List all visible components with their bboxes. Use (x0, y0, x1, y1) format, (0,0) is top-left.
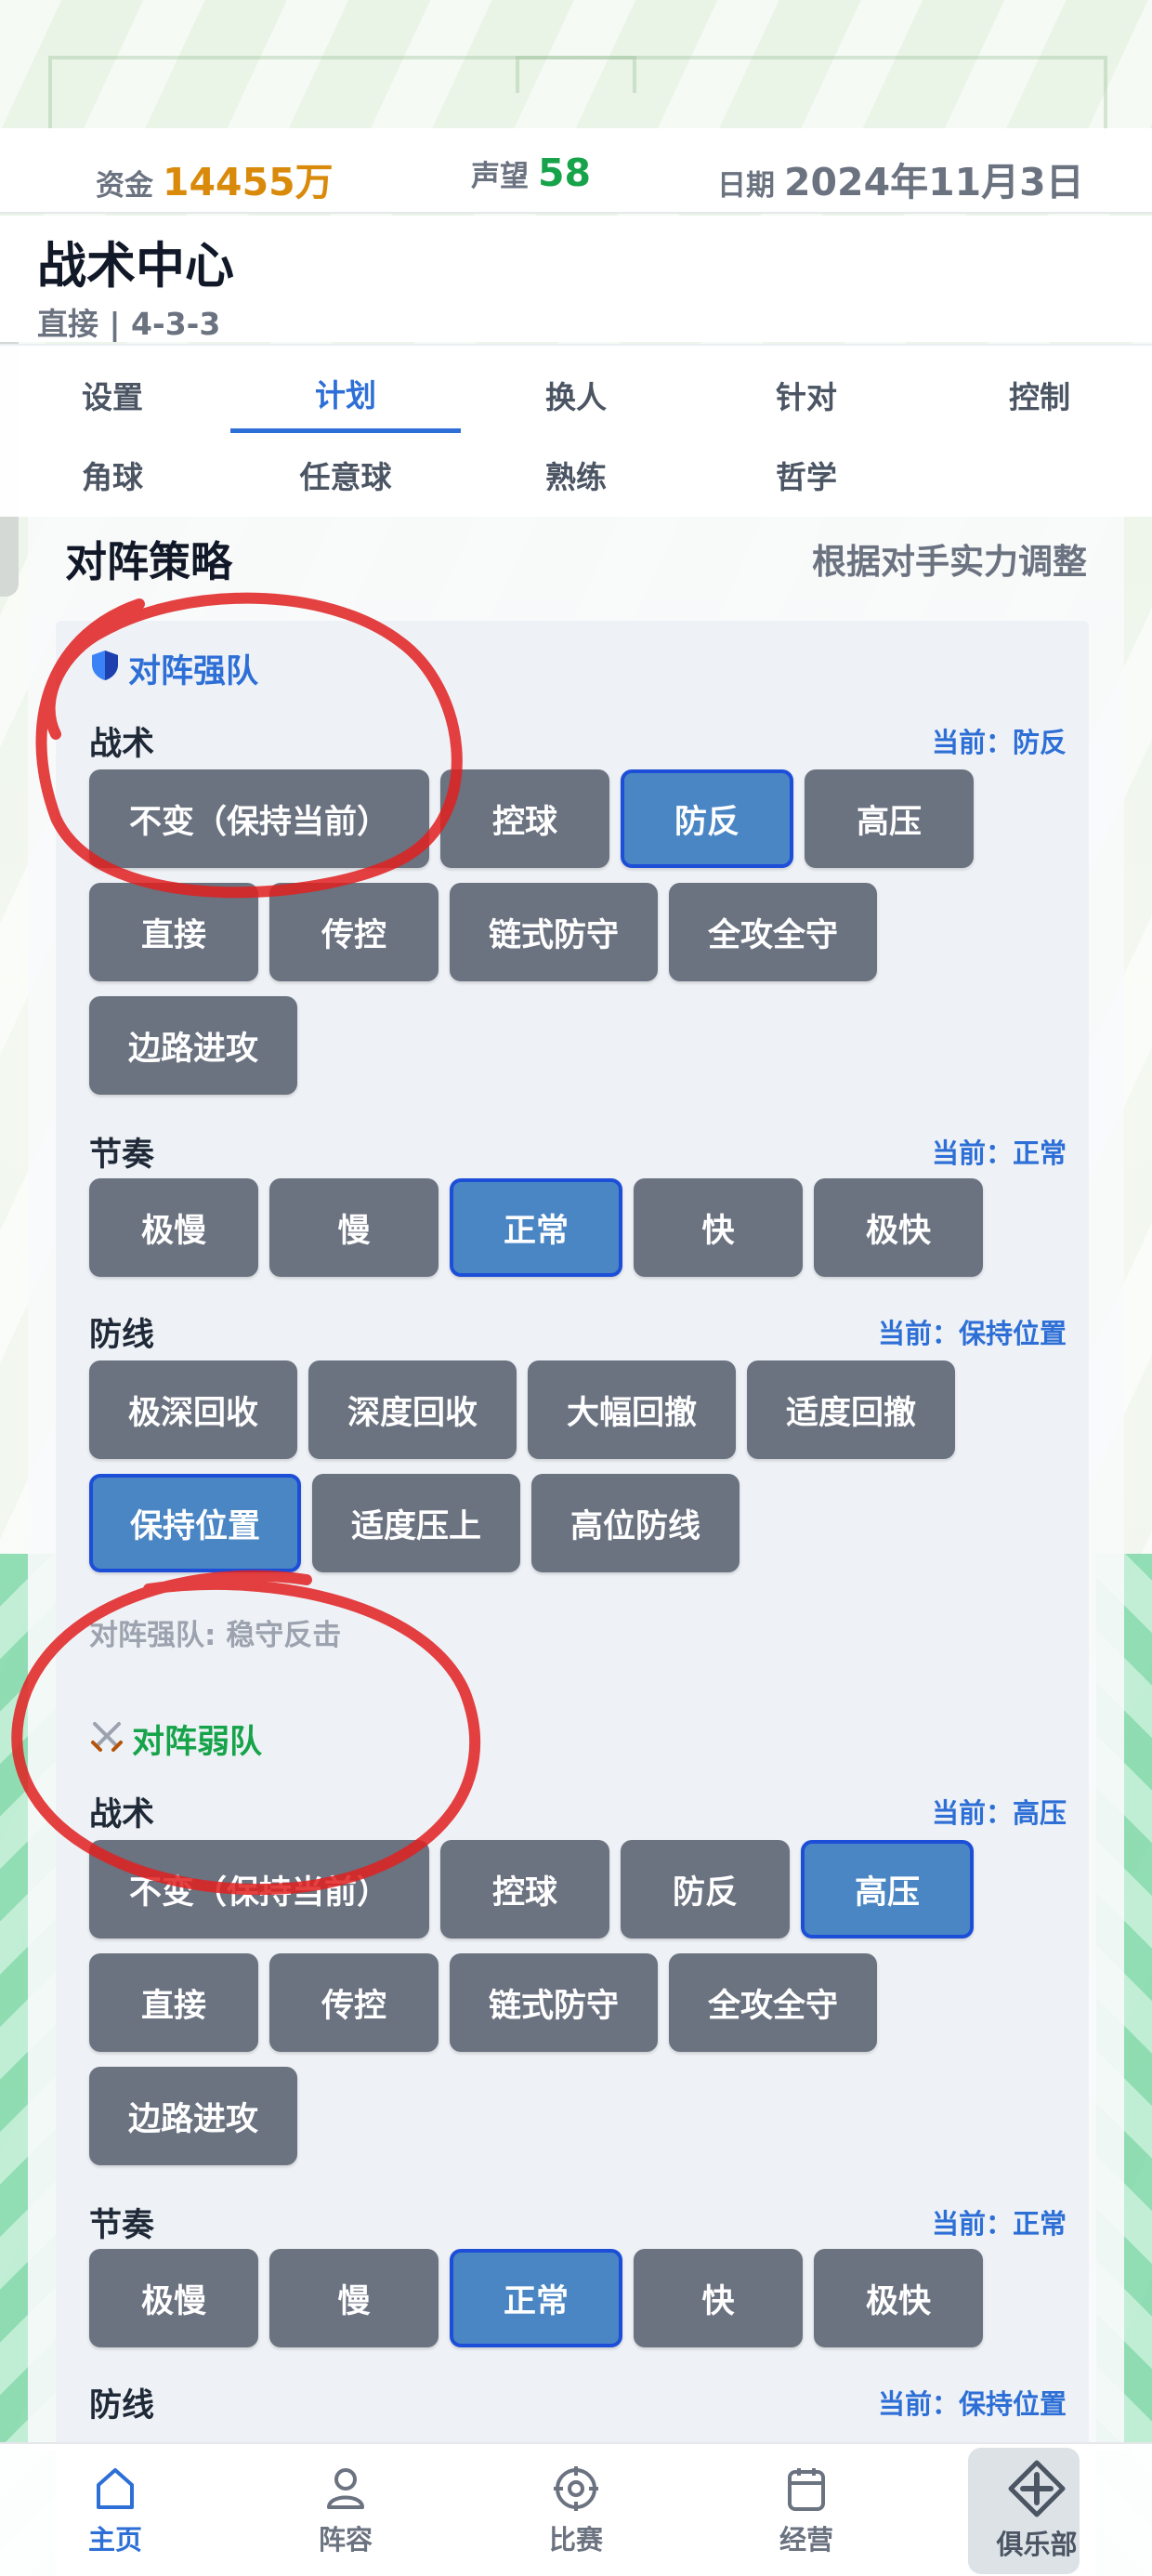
shield-icon (89, 649, 121, 690)
funds-value: 14455万 (163, 160, 334, 204)
strong-line-option[interactable]: 高位防线 (531, 1474, 740, 1572)
vs-weak-title: 对阵弱队 (132, 1724, 263, 1761)
reputation-label: 声望 (471, 160, 529, 193)
crossed-swords-icon (89, 1718, 124, 1761)
plus-badge-icon (1008, 2460, 1066, 2517)
strong-tactic-option[interactable]: 链式防守 (450, 883, 658, 981)
strong-tactic-option-selected[interactable]: 防反 (621, 769, 793, 868)
page-title: 战术中心 (37, 238, 234, 295)
weak-tempo-option[interactable]: 慢 (269, 2249, 439, 2347)
strong-tactic-option[interactable]: 直接 (89, 883, 258, 981)
date-value: 2024年11月3日 (784, 160, 1084, 204)
strong-tempo-option[interactable]: 快 (634, 1178, 803, 1277)
page-header: 战术中心 直接 | 4-3-3 (0, 216, 1152, 342)
weak-tactic-option[interactable]: 边路进攻 (89, 2067, 297, 2165)
weak-tactic-option[interactable]: 链式防守 (450, 1953, 658, 2052)
strong-tempo-option[interactable]: 极慢 (89, 1178, 258, 1277)
reputation-stat: 声望 58 (471, 151, 591, 195)
nav-match-label: 比赛 (548, 2524, 603, 2556)
strong-tactic-option[interactable]: 传控 (269, 883, 439, 981)
strong-line-current: 当前：保持位置 (877, 1318, 1067, 1349)
vs-strong-title: 对阵强队 (128, 653, 259, 690)
nav-club-label: 俱乐部 (996, 2529, 1078, 2560)
strong-tactic-option[interactable]: 边路进攻 (89, 996, 297, 1095)
tab-philosophy[interactable]: 哲学 (691, 437, 922, 513)
strong-line-option[interactable]: 适度压上 (312, 1474, 520, 1572)
tab-corners[interactable]: 角球 (0, 437, 230, 513)
nav-home[interactable]: 主页 (0, 2444, 230, 2576)
strong-line-option-selected[interactable]: 保持位置 (89, 1474, 301, 1572)
bottom-navigation: 主页 阵容 比赛 经营 俱乐部 (0, 2442, 1152, 2576)
weak-tactic-option[interactable]: 全攻全守 (669, 1953, 877, 2052)
tab-free-kicks[interactable]: 任意球 (230, 437, 461, 513)
nav-club[interactable]: 俱乐部 (922, 2444, 1152, 2576)
weak-tempo-current: 当前：正常 (931, 2208, 1067, 2240)
strong-tempo-option[interactable]: 极快 (814, 1178, 983, 1277)
funds-stat: 资金 14455万 (96, 151, 334, 206)
strong-summary: 对阵强队: 稳守反击 (89, 1619, 342, 1652)
pitch-box-decoration (516, 56, 636, 93)
tab-opposition[interactable]: 针对 (691, 357, 922, 433)
strong-tactic-option[interactable]: 控球 (440, 769, 609, 868)
nav-squad[interactable]: 阵容 (230, 2444, 461, 2576)
strong-tempo-label: 节奏 (89, 1137, 155, 1174)
strong-tempo-option-selected[interactable]: 正常 (450, 1178, 622, 1277)
stats-bar: 资金 14455万 声望 58 日期 2024年11月3日 (0, 128, 1152, 214)
weak-tactic-current: 当前：高压 (931, 1797, 1067, 1829)
weak-tempo-option[interactable]: 极慢 (89, 2249, 258, 2347)
nav-management-label: 经营 (779, 2524, 833, 2556)
weak-tactic-option[interactable]: 控球 (440, 1840, 609, 1939)
weak-line-label: 防线 (89, 2387, 155, 2425)
funds-label: 资金 (96, 169, 153, 203)
weak-tempo-option[interactable]: 快 (634, 2249, 803, 2347)
strong-tactic-option[interactable]: 高压 (805, 769, 974, 868)
clipboard-icon (782, 2464, 831, 2513)
vs-weak-header: 对阵弱队 (89, 1715, 262, 1763)
strong-tactic-option[interactable]: 全攻全守 (669, 883, 877, 981)
weak-tactic-option[interactable]: 传控 (269, 1953, 439, 2052)
section-hint: 根据对手实力调整 (812, 542, 1087, 582)
nav-match[interactable]: 比赛 (461, 2444, 691, 2576)
weak-tempo-option-selected[interactable]: 正常 (450, 2249, 622, 2347)
weak-tactic-option[interactable]: 直接 (89, 1953, 258, 2052)
strong-line-option[interactable]: 深度回收 (308, 1360, 517, 1459)
nav-management[interactable]: 经营 (691, 2444, 922, 2576)
tab-substitution[interactable]: 换人 (461, 357, 691, 433)
strong-tactic-option[interactable]: 不变（保持当前） (89, 769, 429, 868)
strategy-panel: 对阵策略 根据对手实力调整 对阵强队 战术 当前：防反 不变（保持当前） 控球 … (28, 517, 1124, 2450)
vs-strong-group: 对阵强队 战术 当前：防反 不变（保持当前） 控球 防反 高压 直接 传控 链式… (56, 621, 1089, 1769)
nav-squad-label: 阵容 (318, 2524, 373, 2556)
vs-weak-group: 对阵弱队 战术 当前：高压 不变（保持当前） 控球 防反 高压 直接 传控 链式… (56, 1691, 1089, 2450)
tab-bar: 设置 计划 换人 针对 控制 角球 任意球 熟练 哲学 (0, 344, 1152, 517)
tab-familiarity[interactable]: 熟练 (461, 437, 691, 513)
strong-line-option[interactable]: 适度回撤 (747, 1360, 955, 1459)
date-label: 日期 (717, 169, 775, 203)
crosshair-icon (552, 2464, 600, 2513)
formation-subtitle: 直接 | 4-3-3 (37, 306, 221, 342)
reputation-value: 58 (538, 151, 592, 195)
date-stat: 日期 2024年11月3日 (717, 151, 1084, 206)
weak-tactic-option[interactable]: 不变（保持当前） (89, 1840, 429, 1939)
strong-line-option[interactable]: 极深回收 (89, 1360, 297, 1459)
weak-tactic-option[interactable]: 防反 (621, 1840, 790, 1939)
weak-tactic-label: 战术 (89, 1796, 155, 1833)
strong-tactic-label: 战术 (89, 726, 155, 763)
nav-home-label: 主页 (87, 2524, 142, 2556)
tab-plan[interactable]: 计划 (230, 357, 461, 433)
section-title: 对阵策略 (65, 537, 233, 586)
weak-tempo-label: 节奏 (89, 2207, 155, 2244)
strong-line-option[interactable]: 大幅回撤 (528, 1360, 736, 1459)
tab-control[interactable]: 控制 (922, 357, 1152, 433)
strong-line-label: 防线 (89, 1317, 155, 1354)
weak-tempo-option[interactable]: 极快 (814, 2249, 983, 2347)
strong-tempo-option[interactable]: 慢 (269, 1178, 439, 1277)
person-icon (321, 2464, 370, 2513)
weak-tactic-option-selected[interactable]: 高压 (801, 1840, 974, 1939)
home-icon (91, 2464, 139, 2513)
weak-line-current: 当前：保持位置 (877, 2388, 1067, 2420)
tab-settings[interactable]: 设置 (0, 357, 230, 433)
strong-tactic-current: 当前：防反 (931, 727, 1067, 758)
strong-tempo-current: 当前：正常 (931, 1137, 1067, 1169)
vs-strong-header: 对阵强队 (89, 645, 258, 692)
